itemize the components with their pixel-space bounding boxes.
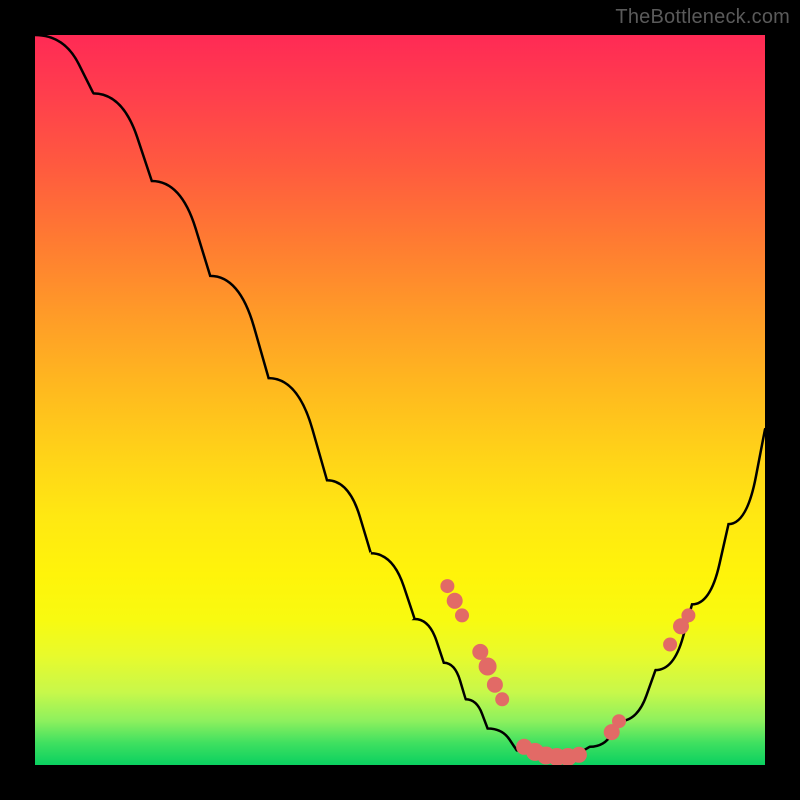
watermark-label: TheBottleneck.com bbox=[615, 6, 790, 29]
chart-frame: TheBottleneck.com bbox=[0, 0, 800, 800]
gradient-plot-area bbox=[35, 35, 765, 765]
